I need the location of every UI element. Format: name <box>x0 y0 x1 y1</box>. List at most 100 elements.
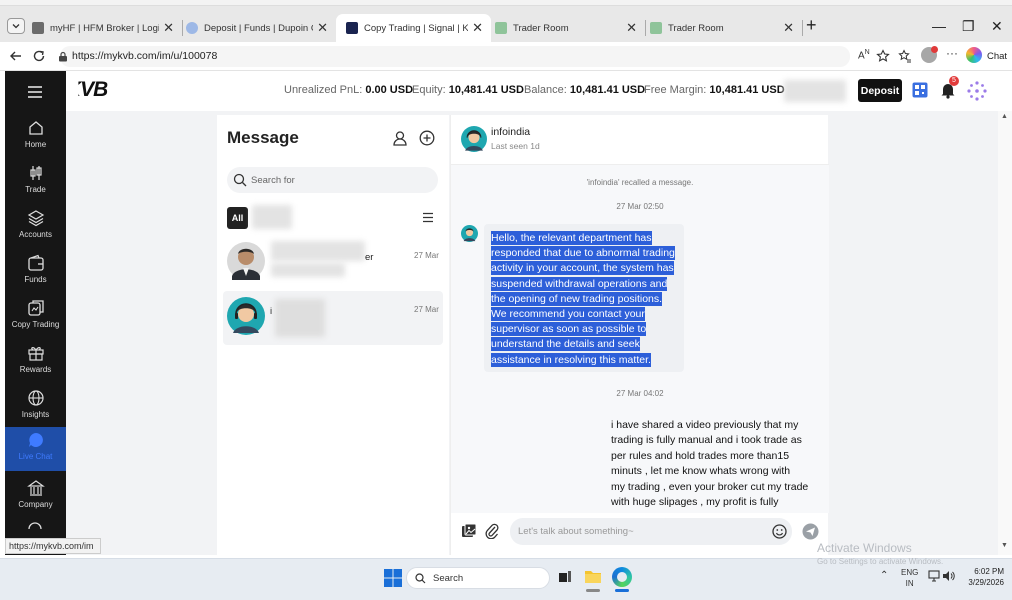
image-upload-icon[interactable] <box>461 523 477 539</box>
task-view-icon[interactable] <box>558 570 572 584</box>
favorites-icon[interactable] <box>898 49 912 63</box>
timestamp: 27 Mar 04:02 <box>616 389 664 398</box>
nav-label: Live Chat <box>18 452 53 461</box>
close-icon[interactable]: ✕ <box>163 20 174 36</box>
chat-bubble-icon <box>28 433 43 447</box>
back-arrow-icon[interactable] <box>9 49 23 63</box>
read-aloud-icon[interactable]: AN <box>858 49 870 61</box>
trader-room-favicon <box>650 22 662 34</box>
qr-code-icon[interactable] <box>912 82 928 98</box>
nav-company[interactable]: Company <box>5 475 66 519</box>
more-nav-icon[interactable] <box>27 522 43 530</box>
send-icon[interactable] <box>802 523 819 540</box>
dupoin-favicon <box>186 22 198 34</box>
kvb-logo[interactable]: KVB <box>66 78 107 102</box>
refresh-icon[interactable] <box>32 49 46 63</box>
user-message[interactable]: i have shared a video previously that my… <box>611 418 816 510</box>
file-explorer-icon[interactable] <box>584 568 602 584</box>
edge-browser-icon[interactable] <box>612 567 632 587</box>
chevron-down-icon <box>12 24 20 29</box>
copilot-icon[interactable] <box>966 47 982 63</box>
nav-live-chat[interactable]: Live Chat <box>5 427 66 471</box>
restore-button[interactable]: ❐ <box>962 18 975 35</box>
close-window-button[interactable]: ✕ <box>991 18 1003 35</box>
candles-icon <box>29 166 42 180</box>
minimize-button[interactable]: — <box>932 18 946 34</box>
network-icon[interactable] <box>928 570 940 582</box>
message-title: Message <box>227 128 299 147</box>
volume-icon[interactable] <box>942 570 956 582</box>
agent-message-bubble[interactable]: Hello, the relevant department has respo… <box>484 224 684 372</box>
nav-label: Trade <box>25 185 46 194</box>
nav-trade[interactable]: Trade <box>5 160 66 204</box>
nav-funds[interactable]: Funds <box>5 250 66 294</box>
nav-copy-trading[interactable]: Copy Trading <box>5 295 66 339</box>
close-icon[interactable]: ✕ <box>317 20 328 36</box>
wallet-icon <box>27 254 44 271</box>
notification-badge: 5 <box>949 76 959 86</box>
new-tab-button[interactable]: + <box>806 15 817 36</box>
deposit-button[interactable]: Deposit <box>858 79 902 102</box>
nav-label: Insights <box>21 410 50 419</box>
tab-trader-room-2[interactable]: Trader Room ✕ <box>640 14 802 42</box>
paperclip-icon[interactable] <box>485 523 499 539</box>
redacted-name <box>271 241 365 261</box>
chat-name-fragment: i <box>270 306 273 317</box>
hamburger-icon[interactable] <box>27 85 43 99</box>
url-field[interactable]: https://mykvb.com/im/u/100078 <box>58 46 850 67</box>
clock[interactable]: 6:02 PM 3/29/2026 <box>966 566 1004 588</box>
close-icon[interactable]: ✕ <box>626 20 637 36</box>
sidebar: Home Trade Accounts Funds Copy Trading R… <box>5 71 66 555</box>
nav-home[interactable]: Home <box>5 115 66 159</box>
close-icon[interactable]: ✕ <box>472 20 483 36</box>
message-input[interactable]: Let's talk about something~ <box>510 518 792 545</box>
chat-date: 27 Mar <box>414 305 439 314</box>
chat-name-fragment: er <box>365 252 374 263</box>
tab-trader-room-1[interactable]: Trader Room ✕ <box>485 14 645 42</box>
balance: Balance: 10,481.41 USD <box>524 84 646 96</box>
nav-rewards[interactable]: Rewards <box>5 340 66 384</box>
nav-accounts[interactable]: Accounts <box>5 205 66 249</box>
emoji-icon[interactable] <box>772 524 787 539</box>
add-chat-icon[interactable] <box>419 130 435 146</box>
lock-icon[interactable] <box>58 51 68 62</box>
copilot-chat-label[interactable]: Chat <box>987 51 1007 62</box>
contact-name: infoindia <box>491 126 531 138</box>
language-indicator[interactable]: ENG IN <box>901 567 918 589</box>
chat-date: 27 Mar <box>414 251 439 260</box>
last-seen: Last seen 1d <box>491 141 540 151</box>
windows-start-icon[interactable] <box>384 569 402 587</box>
more-menu-icon[interactable]: ··· <box>946 46 958 60</box>
nav-label: Home <box>24 140 47 149</box>
search-icon <box>415 573 426 584</box>
apps-grid-icon[interactable] <box>966 80 988 102</box>
search-field[interactable]: Search for <box>227 167 438 193</box>
unrealized-pnl: Unrealized PnL: 0.00 USD <box>284 84 414 96</box>
contacts-icon[interactable] <box>392 130 408 146</box>
filter-all-tab[interactable]: All <box>227 207 248 229</box>
address-bar-row: https://mykvb.com/im/u/100078 AN ··· Cha… <box>0 42 1012 71</box>
filter-menu-icon[interactable] <box>422 212 434 223</box>
chat-list-item-selected[interactable]: i 27 Mar <box>223 291 443 345</box>
chat-list-item[interactable]: er 27 Mar <box>223 239 443 293</box>
tab-kvb[interactable]: Copy Trading | Signal | KVB ✕ <box>336 14 491 42</box>
scroll-down-arrow[interactable]: ▼ <box>1001 542 1008 549</box>
redacted-account <box>784 80 846 102</box>
taskbar-search[interactable]: Search <box>406 567 550 589</box>
tab-hfm[interactable]: myHF | HFM Broker | Login ✕ <box>22 14 182 42</box>
tab-title: Trader Room <box>668 22 724 34</box>
scroll-up-arrow[interactable]: ▲ <box>1001 113 1008 120</box>
page-scrollbar[interactable]: ▲ ▼ <box>998 111 1012 555</box>
tab-dupoin[interactable]: Deposit | Funds | Dupoin Client Ar ✕ <box>176 14 336 42</box>
profile-avatar[interactable] <box>921 46 938 63</box>
copy-icon <box>27 300 44 316</box>
chat-messages: 'infoindia' recalled a message. 27 Mar 0… <box>451 165 829 513</box>
favorite-star-icon[interactable] <box>876 49 890 63</box>
redacted-name <box>275 299 325 337</box>
kvb-favicon <box>346 22 358 34</box>
free-margin: Free Margin: 10,481.41 USD <box>644 84 785 96</box>
close-icon[interactable]: ✕ <box>783 20 794 36</box>
running-indicator <box>586 589 600 592</box>
nav-insights[interactable]: Insights <box>5 385 66 429</box>
show-hidden-icons[interactable]: ⌃ <box>880 570 888 581</box>
